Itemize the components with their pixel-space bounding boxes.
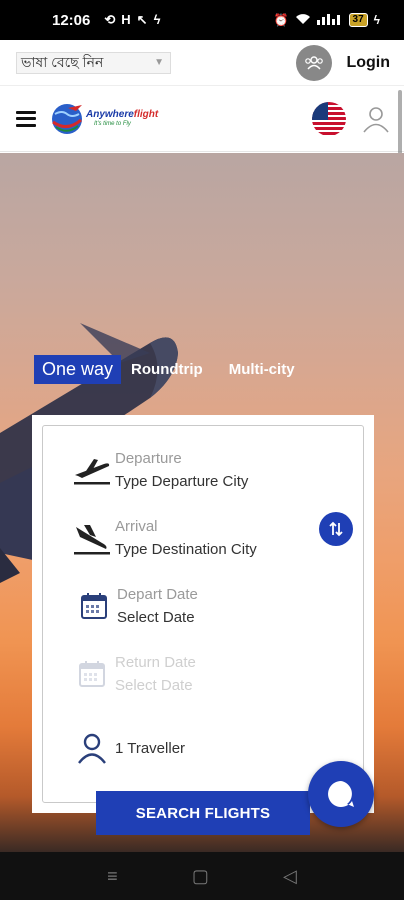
logo-tagline: It's time to Fly xyxy=(94,121,131,127)
language-select[interactable]: ভাষা বেছে নিন ▼ xyxy=(16,51,171,74)
battery-icon: 37 xyxy=(348,13,368,27)
search-flights-button[interactable]: SEARCH FLIGHTS xyxy=(96,791,310,835)
arrival-input[interactable]: Type Destination City xyxy=(115,541,257,558)
alarm-icon: ⏰ xyxy=(273,13,289,27)
tab-roundtrip[interactable]: Roundtrip xyxy=(127,358,207,381)
return-date-input[interactable]: Select Date xyxy=(115,677,196,694)
site-logo[interactable]: Anywhereflight It's time to Fly xyxy=(50,102,158,136)
language-bar: ভাষা বেছে নিন ▼ Login xyxy=(0,40,404,86)
takeoff-icon xyxy=(69,454,115,486)
return-date-label: Return Date xyxy=(115,654,196,671)
flight-search-form: Departure Type Departure City Arrival Ty… xyxy=(32,415,374,813)
site-header: Anywhereflight It's time to Fly xyxy=(0,86,404,152)
us-flag-icon[interactable] xyxy=(312,101,346,136)
traveller-icon xyxy=(69,732,115,764)
status-time: 12:06 xyxy=(52,11,91,29)
charging-icon: ϟ xyxy=(373,13,380,27)
traveller-field[interactable]: 1 Traveller xyxy=(69,732,185,764)
departure-field[interactable]: Departure Type Departure City xyxy=(69,450,248,490)
trip-type-tabs: One way Roundtrip Multi-city xyxy=(34,355,299,384)
chevron-down-icon: ▼ xyxy=(154,57,164,68)
signal-icon xyxy=(316,13,343,28)
bolt-icon: ϟ xyxy=(153,12,161,27)
depart-date-field[interactable]: Depart Date Select Date xyxy=(71,586,198,626)
system-nav-bar: ≡ ▢ ◁ xyxy=(0,852,404,900)
menu-icon[interactable]: ≡ xyxy=(107,866,118,887)
arrow-icon: ↖ xyxy=(136,12,148,27)
form-inner: Departure Type Departure City Arrival Ty… xyxy=(42,425,364,803)
wifi-icon xyxy=(295,13,311,28)
language-select-value: ভাষা বেছে নিন xyxy=(21,53,104,70)
swap-icon[interactable] xyxy=(319,512,353,546)
depart-date-label: Depart Date xyxy=(117,586,198,603)
notification-icons: ⟲ H ↖ ϟ xyxy=(104,12,160,28)
notification-h-icon: H xyxy=(121,12,131,27)
logo-name: Anywhereflight xyxy=(86,109,159,120)
depart-date-input[interactable]: Select Date xyxy=(117,609,198,626)
departure-input[interactable]: Type Departure City xyxy=(115,473,248,490)
globe-logo-icon xyxy=(52,103,82,134)
landing-icon xyxy=(69,521,115,555)
login-link[interactable]: Login xyxy=(346,54,390,72)
return-date-field[interactable]: Return Date Select Date xyxy=(69,654,196,694)
group-icon[interactable] xyxy=(296,44,333,81)
app-screen: ভাষা বেছে নিন ▼ Login Anywhereflight It'… xyxy=(0,40,404,852)
chat-icon[interactable] xyxy=(308,761,374,827)
system-status-bar: 12:06 ⟲ H ↖ ϟ ⏰ 37 ϟ xyxy=(0,0,404,40)
tab-one-way[interactable]: One way xyxy=(34,355,122,384)
hero-section: One way Roundtrip Multi-city Departure T… xyxy=(0,153,404,852)
traveller-count: 1 Traveller xyxy=(115,739,186,757)
calendar-icon xyxy=(69,659,115,689)
calendar-icon xyxy=(71,591,117,621)
user-icon[interactable] xyxy=(362,105,390,133)
hamburger-icon[interactable] xyxy=(16,110,36,127)
arrival-field[interactable]: Arrival Type Destination City xyxy=(69,518,257,558)
arrival-label: Arrival xyxy=(115,518,158,535)
tab-multi-city[interactable]: Multi-city xyxy=(225,358,299,381)
back-icon[interactable]: ◁ xyxy=(283,866,297,887)
home-icon[interactable]: ▢ xyxy=(192,866,209,887)
sync-icon: ⟲ xyxy=(104,12,116,27)
departure-label: Departure xyxy=(115,450,182,467)
